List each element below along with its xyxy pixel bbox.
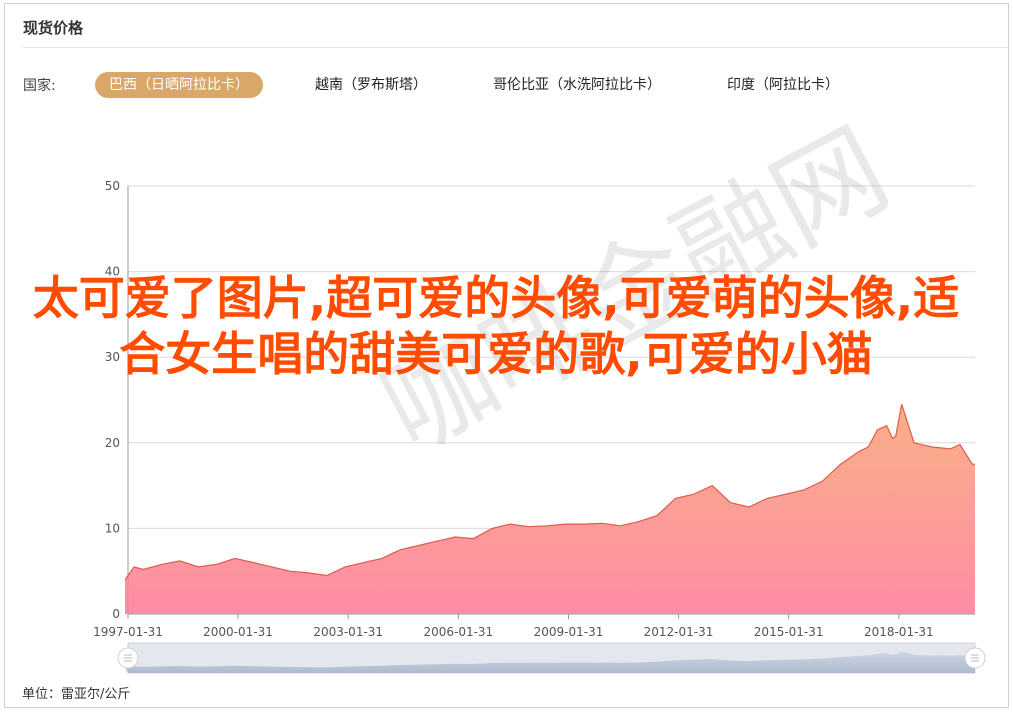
x-tick-label: 2015-01-31 [754,625,824,639]
y-tick-label: 10 [105,521,120,535]
x-tick-label: 2006-01-31 [423,625,493,639]
x-tick-label: 2003-01-31 [313,625,383,639]
price-area [124,404,975,614]
y-tick-label: 0 [112,607,120,621]
x-tick-label: 2018-01-31 [864,625,934,639]
x-tick-label: 2009-01-31 [534,625,604,639]
x-tick-label: 1997-01-31 [93,625,163,639]
y-tick-label: 20 [105,436,120,450]
overlay-caption: 太可爱了图片,超可爱的头像,可爱萌的头像,适合女生唱的甜美可爱的歌,可爱的小猫 [32,271,960,381]
x-tick-label: 2000-01-31 [203,625,273,639]
unit-label: 单位：雷亚尔/公斤 [22,687,131,702]
y-tick-label: 50 [105,179,120,193]
x-tick-label: 2012-01-31 [644,625,714,639]
